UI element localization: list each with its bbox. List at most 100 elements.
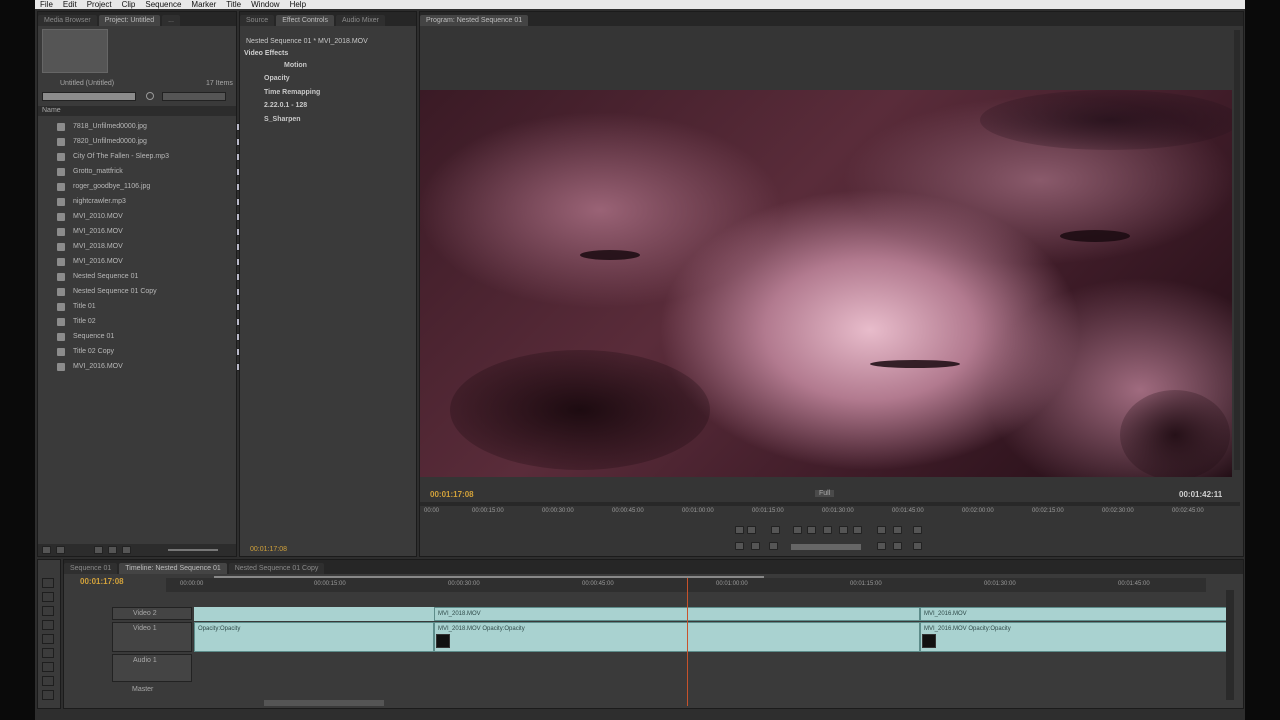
effect-time-remapping[interactable]: Time Remapping — [260, 89, 410, 102]
rolling-edit-tool-icon[interactable] — [42, 620, 54, 630]
step-back-icon[interactable] — [807, 526, 816, 534]
tab-audio-mixer[interactable]: Audio Mixer — [335, 15, 385, 26]
mark-in-icon[interactable] — [735, 526, 744, 534]
list-item[interactable]: MVI_2016.MOV — [56, 360, 246, 375]
tab-media-browser[interactable]: Media Browser — [38, 15, 97, 26]
playhead[interactable] — [687, 578, 688, 706]
lift-icon[interactable] — [877, 542, 886, 550]
tab-project[interactable]: Project: Untitled — [98, 15, 161, 26]
timeline-vertical-scrollbar[interactable] — [1226, 590, 1234, 700]
zoom-slider[interactable] — [168, 549, 218, 551]
clip-v2-mvi-2016[interactable]: MVI_2016.MOV — [920, 607, 1234, 621]
play-icon[interactable] — [823, 526, 832, 534]
list-item[interactable]: nightcrawler.mp3 — [56, 195, 246, 210]
menu-help[interactable]: Help — [285, 0, 311, 9]
delete-icon[interactable] — [122, 546, 131, 554]
list-item[interactable]: MVI_2018.MOV — [56, 240, 246, 255]
effect-plugin[interactable]: 2.22.0.1 - 128 — [260, 102, 410, 115]
menu-sequence[interactable]: Sequence — [140, 0, 186, 9]
effect-opacity[interactable]: Opacity — [260, 75, 410, 88]
jog-shuttle[interactable] — [791, 544, 861, 550]
step-forward-icon[interactable] — [839, 526, 848, 534]
project-filter-dropdown[interactable] — [162, 92, 226, 101]
list-item[interactable]: MVI_2016.MOV — [56, 225, 246, 240]
menu-project[interactable]: Project — [82, 0, 117, 9]
razor-tool-icon[interactable] — [42, 648, 54, 658]
track-header-video-1[interactable]: Video 1 — [112, 622, 192, 652]
list-item[interactable]: MVI_2016.MOV — [56, 255, 246, 270]
clip-v1-nested[interactable]: Opacity:Opacity — [194, 622, 434, 652]
program-scrubber[interactable] — [420, 502, 1240, 506]
list-item[interactable]: Nested Sequence 01 — [56, 270, 246, 285]
track-select-tool-icon[interactable] — [42, 592, 54, 602]
loop-icon[interactable] — [751, 542, 760, 550]
search-icon[interactable] — [146, 92, 154, 100]
ripple-edit-tool-icon[interactable] — [42, 606, 54, 616]
pen-tool-icon[interactable] — [42, 662, 54, 672]
clip-v2-mvi-2018[interactable]: MVI_2018.MOV — [434, 607, 920, 621]
work-area-bar[interactable] — [214, 576, 764, 578]
new-bin-icon[interactable] — [94, 546, 103, 554]
tab-project-more[interactable]: ... — [162, 15, 180, 26]
selection-tool-icon[interactable] — [42, 578, 54, 588]
export-frame-icon[interactable] — [913, 526, 922, 534]
list-item[interactable]: Grotto_mattfrick — [56, 165, 246, 180]
column-name-header[interactable]: Name — [42, 107, 61, 114]
tab-effect-controls[interactable]: Effect Controls — [276, 15, 334, 26]
effect-sharpen[interactable]: S_Sharpen — [260, 116, 410, 129]
rock-shadow — [870, 360, 960, 368]
effect-motion[interactable]: Motion — [260, 62, 410, 75]
tab-program[interactable]: Program: Nested Sequence 01 — [420, 15, 529, 26]
list-item[interactable]: roger_goodbye_1106.jpg — [56, 180, 246, 195]
play-in-to-out-icon[interactable] — [735, 542, 744, 550]
menu-clip[interactable]: Clip — [117, 0, 141, 9]
program-time-ruler[interactable]: 00:00 00:00:15:00 00:00:30:00 00:00:45:0… — [420, 508, 1240, 518]
track-header-audio-1[interactable]: Audio 1 — [112, 654, 192, 682]
play-around-icon[interactable] — [769, 542, 778, 550]
new-item-icon[interactable] — [108, 546, 117, 554]
list-item[interactable]: City Of The Fallen - Sleep.mp3 — [56, 150, 246, 165]
trim-monitor-icon[interactable] — [913, 542, 922, 550]
list-item[interactable]: MVI_2010.MOV — [56, 210, 246, 225]
menu-edit[interactable]: Edit — [58, 0, 82, 9]
go-to-in-icon[interactable] — [793, 526, 802, 534]
go-to-out-icon[interactable] — [853, 526, 862, 534]
icon-view-icon[interactable] — [56, 546, 65, 554]
rate-stretch-tool-icon[interactable] — [42, 634, 54, 644]
tab-sequence-01[interactable]: Sequence 01 — [64, 563, 118, 574]
zoom-tool-icon[interactable] — [42, 690, 54, 700]
tab-source[interactable]: Source — [240, 15, 275, 26]
program-current-time[interactable]: 00:01:17:08 — [430, 490, 474, 499]
menu-window[interactable]: Window — [246, 0, 284, 9]
safe-margins-icon[interactable] — [877, 526, 886, 534]
output-icon[interactable] — [893, 526, 902, 534]
list-item[interactable]: Sequence 01 — [56, 330, 246, 345]
clip-v1-mvi-2018[interactable]: MVI_2018.MOV Opacity:Opacity — [434, 622, 920, 652]
video-scrollbar[interactable] — [1234, 30, 1240, 470]
timeline-current-time[interactable]: 00:01:17:08 — [80, 577, 124, 586]
list-item[interactable]: Nested Sequence 01 Copy — [56, 285, 246, 300]
project-search-input[interactable] — [42, 92, 136, 101]
marker-icon[interactable] — [771, 526, 780, 534]
list-view-icon[interactable] — [42, 546, 51, 554]
title-icon — [57, 303, 65, 311]
list-item[interactable]: 7818_Unfilmed0000.jpg — [56, 120, 246, 135]
menu-marker[interactable]: Marker — [186, 0, 221, 9]
mark-out-icon[interactable] — [747, 526, 756, 534]
extract-icon[interactable] — [893, 542, 902, 550]
track-header-video-2[interactable]: Video 2 — [112, 607, 192, 620]
track-header-master[interactable]: Master — [132, 686, 153, 693]
tab-nested-sequence-01[interactable]: Timeline: Nested Sequence 01 — [119, 563, 227, 574]
list-item[interactable]: Title 02 — [56, 315, 246, 330]
menu-file[interactable]: File — [35, 0, 58, 9]
list-item[interactable]: Title 01 — [56, 300, 246, 315]
zoom-level-dropdown[interactable]: Full — [815, 490, 835, 497]
timeline-horizontal-scrollbar[interactable] — [264, 700, 384, 706]
menu-title[interactable]: Title — [221, 0, 246, 9]
clip-v1-mvi-2016[interactable]: MVI_2016.MOV Opacity:Opacity — [920, 622, 1234, 652]
tab-nested-sequence-copy[interactable]: Nested Sequence 01 Copy — [228, 563, 325, 574]
timeline-ruler[interactable]: 00:00:00 00:00:15:00 00:00:30:00 00:00:4… — [166, 578, 1206, 592]
hand-tool-icon[interactable] — [42, 676, 54, 686]
list-item[interactable]: Title 02 Copy — [56, 345, 246, 360]
list-item[interactable]: 7820_Unfilmed0000.jpg — [56, 135, 246, 150]
